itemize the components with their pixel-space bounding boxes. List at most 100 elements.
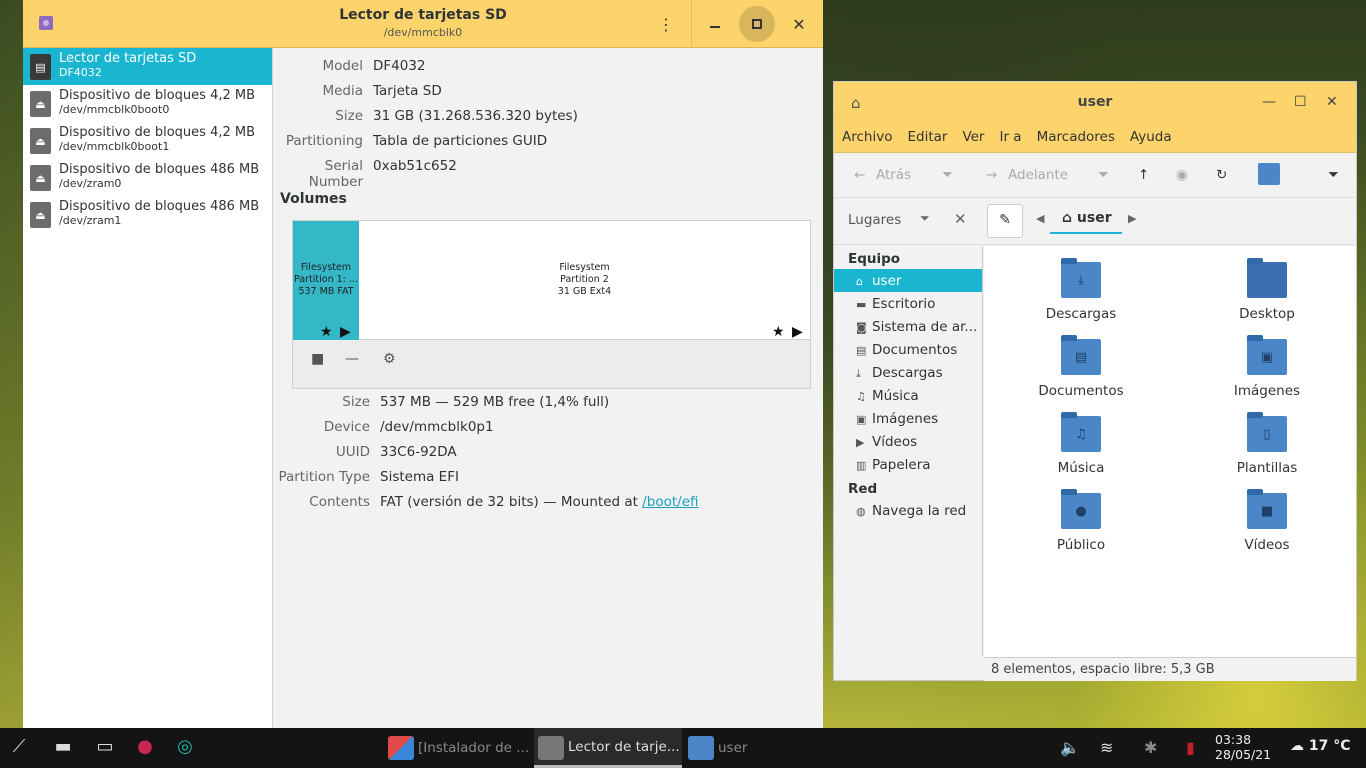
detail-value: 33C6-92DA (380, 444, 457, 460)
mount-point-link[interactable]: /boot/efi (642, 494, 698, 510)
folder-publico[interactable]: ● Público (1021, 489, 1141, 553)
info-key: Partitioning (285, 133, 363, 149)
partition-label: Filesystem (300, 262, 352, 273)
maximize-button[interactable] (739, 6, 775, 42)
partition-2[interactable]: Filesystem Partition 2 31 GB Ext4 ★ ▶ (359, 221, 810, 340)
folder-imagenes[interactable]: ▣ Imágenes (1207, 335, 1327, 399)
info-value: Tabla de particiones GUID (373, 133, 548, 149)
battery-icon[interactable]: ▮ (1186, 738, 1195, 757)
sidebar-item-escritorio[interactable]: ▬ Escritorio (834, 292, 982, 315)
folder-desktop[interactable]: Desktop (1207, 258, 1327, 322)
disk-details: Model DF4032 Media Tarjeta SD Size 31 GB (3… (274, 48, 823, 728)
device-item-mmcblk0boot0[interactable]: ⏏ Dispositivo de bloques 4,2 MB /dev/mmc… (23, 85, 272, 122)
show-desktop-icon[interactable]: ▭ (92, 736, 118, 760)
sidebar-item-imagenes[interactable]: ▣ Imágenes (834, 407, 982, 430)
minimize-button[interactable] (697, 6, 733, 42)
sidebar-item-network[interactable]: ◍ Navega la red (834, 499, 982, 522)
stop-icon[interactable]: ◉ (1176, 167, 1188, 183)
back-dropdown-icon[interactable]: ⏷ (942, 167, 953, 183)
info-value: Tarjeta SD (373, 83, 442, 99)
raspberry-icon[interactable]: ● (132, 736, 158, 760)
folder-videos[interactable]: ■ Vídeos (1207, 489, 1327, 553)
sidebar-heading-equipo: Equipo (848, 251, 901, 267)
folder-musica[interactable]: ♫ Música (1021, 412, 1141, 476)
clock[interactable]: 03:38 28/05/21 (1215, 732, 1271, 762)
close-sidebar-icon[interactable]: ✕ (954, 210, 967, 228)
device-item-mmcblk0boot1[interactable]: ⏏ Dispositivo de bloques 4,2 MB /dev/mmc… (23, 122, 272, 159)
template-icon: ▯ (1263, 427, 1271, 442)
folder-descargas[interactable]: ⤓ Descargas (1021, 258, 1141, 322)
fm-maximize-button[interactable]: ☐ (1294, 94, 1307, 110)
reload-icon[interactable]: ↻ (1216, 167, 1227, 183)
star-icon: ★ (772, 324, 785, 340)
menu-archivo[interactable]: Archivo (842, 123, 903, 152)
sidebar-item-label: Imágenes (872, 411, 939, 427)
breadcrumb-right-icon[interactable]: ▶ (1128, 212, 1136, 225)
partition-1[interactable]: Filesystem Partition 1: ... 537 MB FAT ★… (293, 221, 359, 340)
menu-ayuda[interactable]: Ayuda (1130, 123, 1183, 152)
delete-partition-button[interactable]: — (345, 351, 359, 367)
detail-value: Sistema EFI (380, 469, 459, 485)
fm-minimize-button[interactable]: — (1262, 94, 1276, 110)
folder-plantillas[interactable]: ▯ Plantillas (1207, 412, 1327, 476)
task-disks[interactable]: Lector de tarje... (534, 728, 682, 768)
sidebar-item-user[interactable]: ⌂ user (834, 269, 982, 292)
breadcrumb-left-icon[interactable]: ◀ (1036, 212, 1044, 225)
sidebar-item-label: Documentos (872, 342, 958, 358)
device-item-zram0[interactable]: ⏏ Dispositivo de bloques 486 MB /dev/zra… (23, 159, 272, 196)
fm-close-button[interactable]: ✕ (1326, 94, 1338, 110)
file-manager-launcher-icon[interactable]: ▬ (50, 736, 76, 760)
info-value: 0xab51c652 (373, 158, 457, 174)
volume-icon[interactable]: 🔈 (1060, 738, 1080, 757)
back-arrow-icon: ← (854, 167, 866, 183)
folder-icon (1247, 258, 1287, 298)
view-dropdown-icon[interactable]: ⏷ (1328, 167, 1339, 183)
menu-ver[interactable]: Ver (962, 123, 995, 152)
device-sub: /dev/mmcblk0boot1 (59, 140, 170, 153)
forward-button[interactable]: Adelante (1008, 167, 1068, 183)
folder-icon: ♫ (1061, 412, 1101, 452)
screenshot-icon[interactable]: ◎ (172, 736, 198, 760)
home-folder-icon[interactable] (1258, 163, 1280, 185)
device-list: ▤ Lector de tarjetas SD DF4032 ⏏ Disposi… (23, 48, 273, 728)
device-item-sd-reader[interactable]: ▤ Lector de tarjetas SD DF4032 (23, 48, 272, 85)
start-menu-icon[interactable]: ⟋ (6, 736, 32, 760)
edit-path-button[interactable]: ✎ (987, 204, 1023, 238)
wifi-icon[interactable]: ≋ (1100, 738, 1113, 757)
places-dropdown-icon[interactable]: ⏷ (920, 211, 930, 226)
places-selector[interactable]: Lugares (848, 212, 901, 228)
file-label: Desktop (1239, 306, 1295, 322)
weather-indicator[interactable]: ☁ 17 °C (1290, 738, 1351, 754)
menu-marcadores[interactable]: Marcadores (1037, 123, 1126, 152)
menu-icon[interactable]: ⋮ (648, 6, 684, 42)
menu-ir-a[interactable]: Ir a (999, 123, 1032, 152)
volumes-box: Filesystem Partition 1: ... 537 MB FAT ★… (292, 220, 811, 389)
close-button[interactable]: ✕ (781, 6, 817, 42)
device-item-zram1[interactable]: ⏏ Dispositivo de bloques 486 MB /dev/zra… (23, 196, 272, 233)
desktop-icon: ▬ (856, 298, 867, 311)
sidebar-item-videos[interactable]: ▶ Vídeos (834, 430, 982, 453)
folder-documentos[interactable]: ▤ Documentos (1021, 335, 1141, 399)
up-arrow-icon[interactable]: ↑ (1138, 167, 1149, 183)
fm-titlebar[interactable]: ⌂ user — ☐ ✕ (834, 82, 1356, 123)
breadcrumb-user[interactable]: ⌂ user (1050, 210, 1122, 234)
sidebar-item-label: Escritorio (872, 296, 936, 312)
forward-dropdown-icon[interactable]: ⏷ (1098, 167, 1109, 183)
sidebar-item-papelera[interactable]: ▥ Papelera (834, 453, 982, 476)
menu-editar[interactable]: Editar (907, 123, 958, 152)
document-icon: ▤ (856, 344, 867, 357)
task-instalador[interactable]: [Instalador de ... (384, 728, 532, 768)
sidebar-item-musica[interactable]: ♫ Música (834, 384, 982, 407)
bluetooth-icon[interactable]: ✱ (1144, 738, 1157, 757)
file-label: Imágenes (1233, 383, 1301, 399)
sidebar-item-descargas[interactable]: ⤓ Descargas (834, 361, 982, 384)
folder-icon: ▯ (1247, 412, 1287, 452)
unmount-button[interactable]: ■ (311, 351, 324, 367)
info-key: Serial Number (308, 158, 363, 190)
sidebar-item-documentos[interactable]: ▤ Documentos (834, 338, 982, 361)
task-user-files[interactable]: user (684, 728, 832, 768)
partition-options-gear-icon[interactable]: ⚙ (383, 351, 396, 367)
sidebar-item-filesystem[interactable]: ◙ Sistema de ar... (834, 315, 982, 338)
disks-titlebar[interactable]: Lector de tarjetas SD /dev/mmcblk0 ⋮ ✕ (23, 0, 823, 48)
back-button[interactable]: Atrás (876, 167, 911, 183)
